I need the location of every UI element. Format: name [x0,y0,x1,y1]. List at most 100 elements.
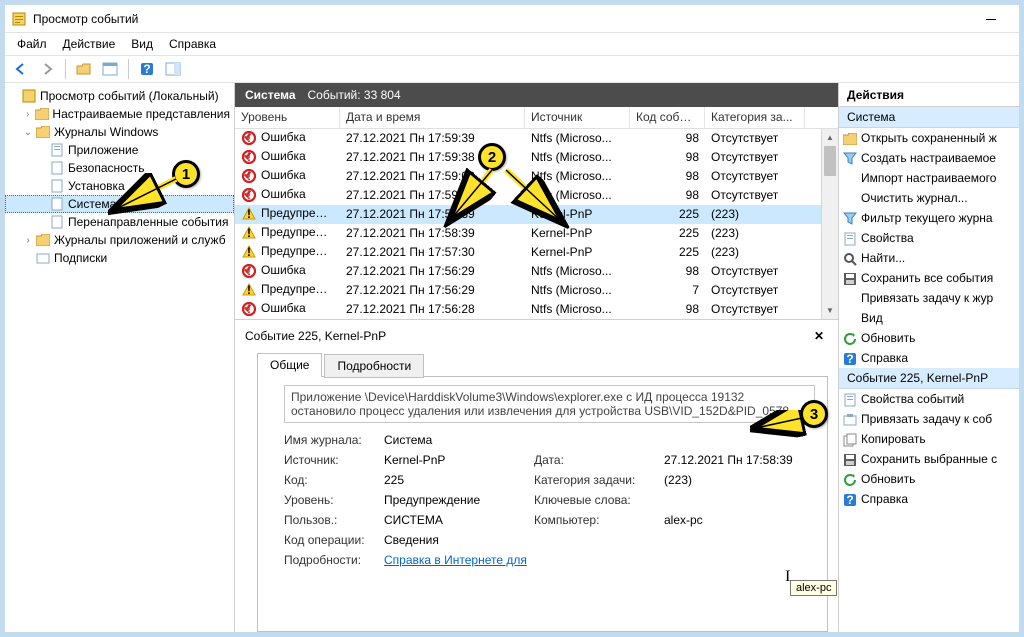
open-button[interactable] [72,58,96,80]
svg-text:!: ! [247,169,251,183]
online-help-link[interactable]: Справка в Интернете для [384,553,815,567]
action-item[interactable]: Свойства [839,228,1019,248]
keywords-label: Ключевые слова: [534,493,664,507]
tree-application[interactable]: Приложение [5,141,234,159]
action-item[interactable]: Копировать [839,429,1019,449]
event-list[interactable]: !Ошибка27.12.2021 Пн 17:59:39Ntfs (Micro… [235,129,821,319]
event-row[interactable]: !Ошибка27.12.2021 Пн 17:59:07Ntfs (Micro… [235,186,821,205]
menu-view[interactable]: Вид [123,35,161,53]
action-label: Фильтр текущего журна [861,211,993,225]
event-row[interactable]: !Предупреждение27.12.2021 Пн 17:56:29Ntf… [235,281,821,300]
back-button[interactable] [9,58,33,80]
event-row[interactable]: !Предупреждение27.12.2021 Пн 17:58:39Ker… [235,224,821,243]
level-value: Предупреждение [384,493,534,507]
detail-title: Событие 225, Kernel-PnP [245,329,386,343]
action-item[interactable]: Импорт настраиваемого [839,168,1019,188]
action-item[interactable]: Сохранить выбранные с [839,449,1019,469]
event-row[interactable]: !Ошибка27.12.2021 Пн 17:59:38Ntfs (Micro… [235,148,821,167]
action-item[interactable]: Открыть сохраненный ж [839,128,1019,148]
action-item[interactable]: Найти... [839,248,1019,268]
tree-custom-views[interactable]: ›Настраиваемые представления [5,105,234,123]
col-datetime[interactable]: Дата и время [340,107,525,128]
scroll-thumb[interactable] [824,146,836,176]
list-header: Система Событий: 33 804 [235,83,838,107]
tab-general[interactable]: Общие [257,353,322,377]
none-icon [843,192,857,206]
event-row[interactable]: !Ошибка27.12.2021 Пн 17:59:39Ntfs (Micro… [235,129,821,148]
action-item[interactable]: Фильтр текущего журна [839,208,1019,228]
none-icon [843,312,857,326]
col-source[interactable]: Источник [525,107,630,128]
actions-group2-title: Событие 225, Kernel-PnP [839,368,1019,389]
action-item[interactable]: Вид [839,308,1019,328]
tree-subscriptions[interactable]: Подписки [5,249,234,267]
svg-text:!: ! [247,226,251,240]
list-category: Система [245,88,296,102]
event-row[interactable]: !Ошибка27.12.2021 Пн 17:56:29Ntfs (Micro… [235,262,821,281]
action-item[interactable]: Создать настраиваемое [839,148,1019,168]
error-icon: ! [241,301,257,317]
event-row[interactable]: !Предупреждение27.12.2021 Пн 17:57:30Ker… [235,243,821,262]
help-button[interactable]: ? [135,58,159,80]
props-icon [843,393,857,407]
action-item[interactable]: ?Справка [839,348,1019,368]
window-title: Просмотр событий [33,12,138,26]
source-value: Kernel-PnP [384,453,534,467]
col-taskcat[interactable]: Категория за... [705,107,805,128]
col-eventid[interactable]: Код события [630,107,705,128]
preview-pane-button[interactable] [161,58,185,80]
forward-button[interactable] [35,58,59,80]
event-row[interactable]: !Ошибка27.12.2021 Пн 17:59:08Ntfs (Micro… [235,167,821,186]
scroll-down-button[interactable]: ▼ [822,302,838,319]
titlebar: Просмотр событий [5,5,1019,33]
action-item[interactable]: Привязать задачу к жур [839,288,1019,308]
logname-value: Система [384,433,534,447]
close-detail-button[interactable]: ✕ [810,327,828,345]
event-message: Приложение \Device\HarddiskVolume3\Windo… [284,385,815,423]
filter-new-icon [843,152,857,166]
help-icon: ? [843,493,857,507]
action-item[interactable]: Свойства событий [839,389,1019,409]
svg-text:!: ! [247,302,251,316]
warning-icon: ! [241,206,257,222]
vertical-scrollbar[interactable]: ▲ ▼ [821,129,838,319]
tree-root[interactable]: Просмотр событий (Локальный) [5,87,234,105]
tree-setup[interactable]: Установка [5,177,234,195]
pane-button[interactable] [98,58,122,80]
event-row[interactable]: !Ошибка27.12.2021 Пн 17:56:28Ntfs (Micro… [235,300,821,319]
menubar: Файл Действие Вид Справка [5,33,1019,55]
action-item[interactable]: Сохранить все события [839,268,1019,288]
actions-pane: Действия Система Открыть сохраненный жСо… [839,83,1019,632]
action-label: Обновить [861,331,915,345]
action-item[interactable]: Очистить журнал... [839,188,1019,208]
col-level[interactable]: Уровень [235,107,340,128]
menu-file[interactable]: Файл [9,35,55,53]
action-item[interactable]: Привязать задачу к соб [839,409,1019,429]
none-icon [843,172,857,186]
scroll-up-button[interactable]: ▲ [822,129,838,146]
user-value: СИСТЕМА [384,513,534,527]
menu-help[interactable]: Справка [161,35,224,53]
action-item[interactable]: ? Справка [839,489,1019,509]
svg-text:!: ! [247,264,251,278]
tree-forwarded[interactable]: Перенаправленные события [5,213,234,231]
tree-system[interactable]: Система [5,195,234,213]
minimize-button[interactable] [969,9,1013,29]
menu-action[interactable]: Действие [55,35,124,53]
actions-header: Действия [839,83,1019,107]
level-label: Уровень: [284,493,384,507]
refresh-icon [843,473,857,487]
tab-details[interactable]: Подробности [324,354,424,378]
action-label: Справка [861,492,908,506]
tree-apps-services[interactable]: ›Журналы приложений и служб [5,231,234,249]
tree-windows-logs[interactable]: ⌄Журналы Windows [5,123,234,141]
list-count: Событий: 33 804 [308,88,401,102]
app-icon [11,11,27,27]
event-row[interactable]: !Предупреждение27.12.2021 Пн 17:58:39Ker… [235,205,821,224]
action-item[interactable]: Обновить [839,469,1019,489]
action-item[interactable]: Обновить [839,328,1019,348]
logname-label: Имя журнала: [284,433,384,447]
tree-security[interactable]: Безопасность [5,159,234,177]
action-label: Открыть сохраненный ж [861,131,997,145]
tooltip: alex-pc [790,580,837,596]
